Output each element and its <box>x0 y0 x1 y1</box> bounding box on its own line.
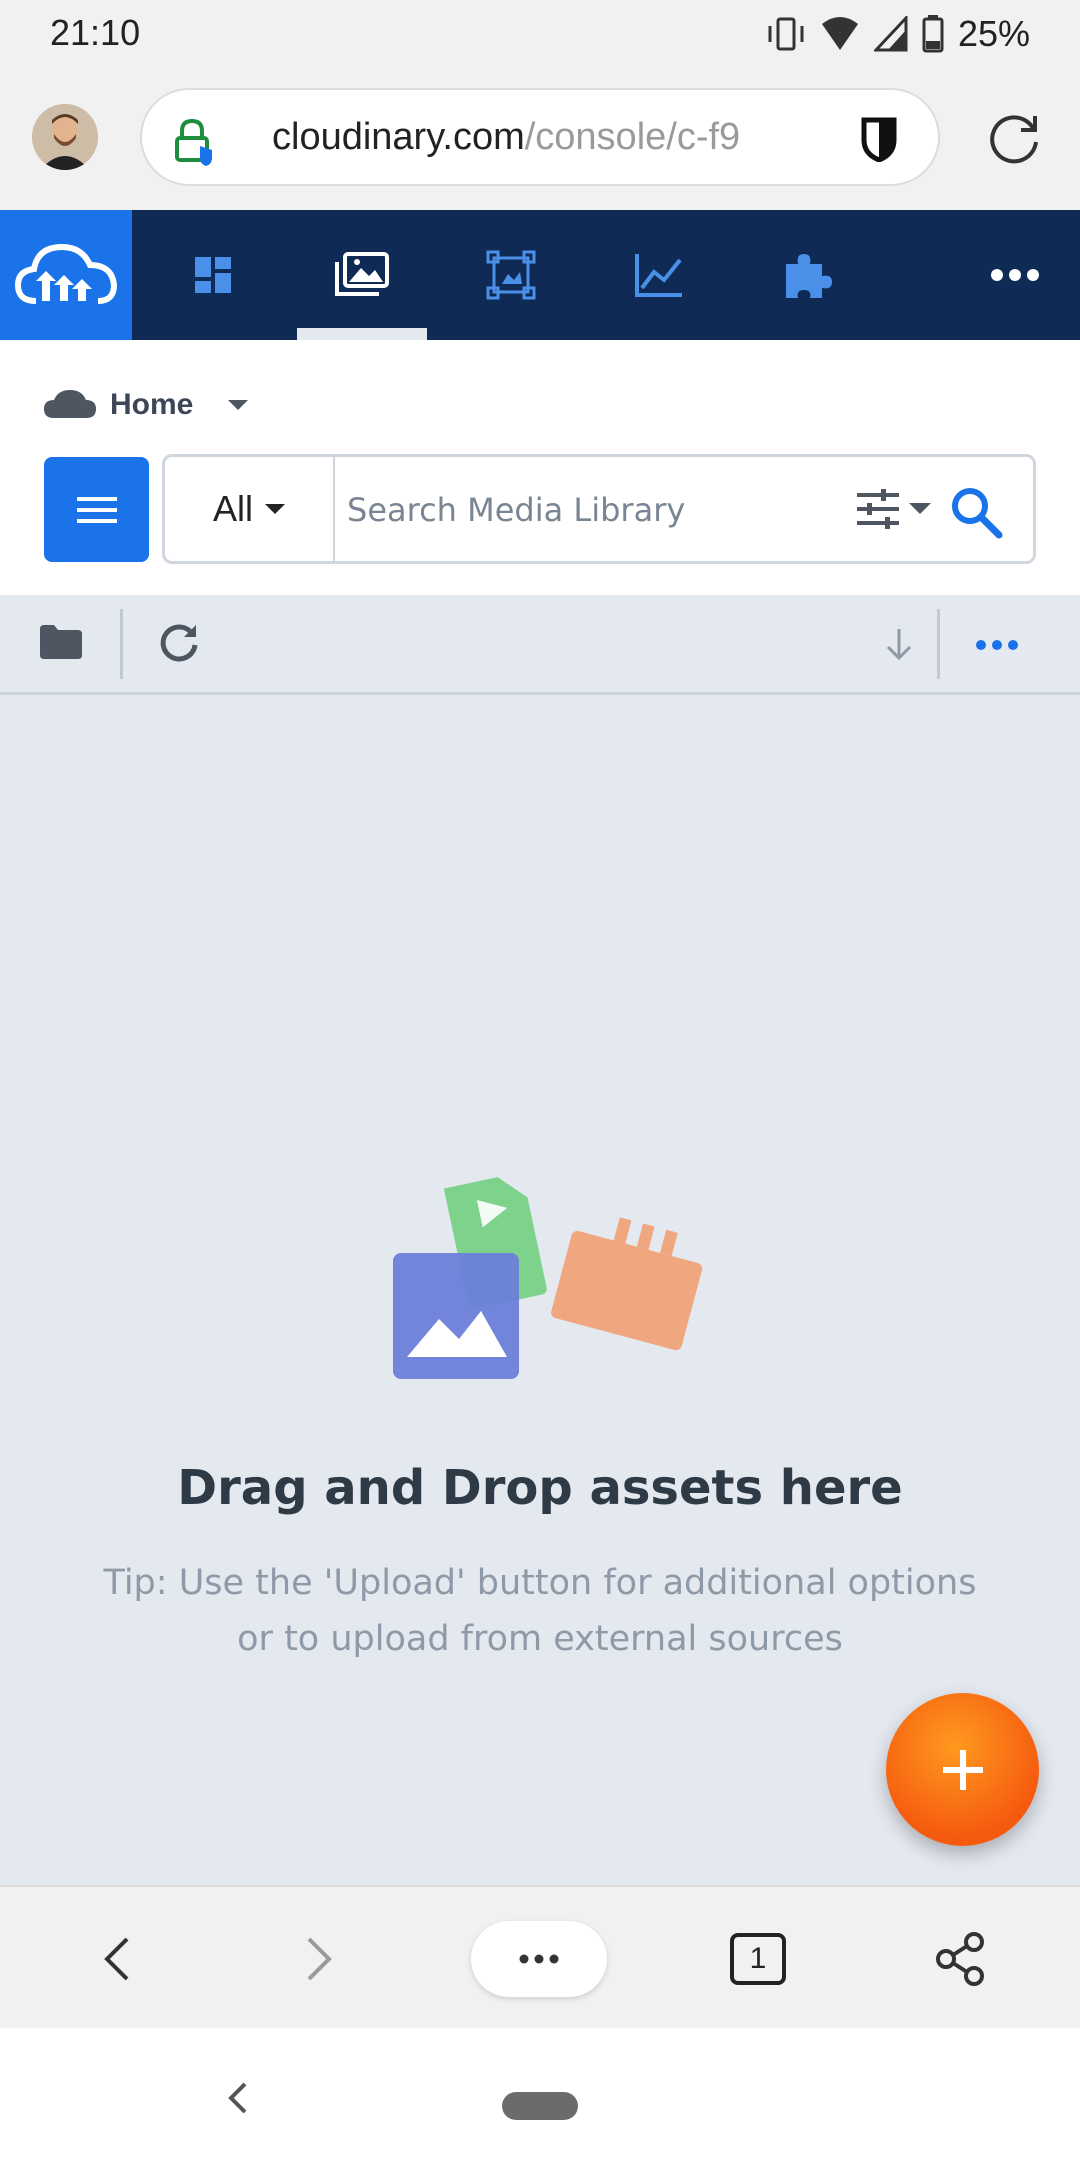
refresh-icon[interactable] <box>158 621 200 663</box>
folder-icon[interactable] <box>40 625 82 659</box>
browser-menu-button[interactable] <box>471 1921 607 1997</box>
folder-menu-button[interactable] <box>44 457 149 562</box>
transform-icon <box>486 250 536 300</box>
url-text: cloudinary.com/console/c-f9 <box>272 116 792 159</box>
reports-icon <box>635 254 682 297</box>
search-scope-select[interactable]: All <box>165 457 335 561</box>
lock-icon <box>175 118 212 166</box>
search-icon[interactable] <box>949 485 1003 539</box>
tab-count: 1 <box>730 1932 786 1985</box>
toolbar-divider <box>120 609 123 679</box>
system-home-pill[interactable] <box>502 2092 578 2120</box>
browser-bottom-bar: 1 <box>0 1885 1080 2028</box>
search-box: All <box>162 454 1036 564</box>
nav-dashboard[interactable] <box>148 210 278 340</box>
status-time: 21:10 <box>50 12 141 53</box>
status-bar: 21:10 25% <box>0 0 1080 70</box>
shield-icon[interactable] <box>860 114 898 162</box>
caret-down-icon <box>265 504 285 514</box>
vibrate-icon <box>768 17 804 51</box>
hamburger-icon <box>76 496 117 523</box>
toolbar-divider <box>937 609 940 679</box>
nav-reports[interactable] <box>594 210 724 340</box>
nav-media-library[interactable] <box>297 210 427 340</box>
browser-toolbar: cloudinary.com/console/c-f9 <box>0 70 1080 210</box>
cloud-logo-icon <box>14 243 118 304</box>
chevron-left-icon <box>104 1937 129 1980</box>
more-dots-icon <box>519 1954 559 1964</box>
nav-addons[interactable] <box>742 210 872 340</box>
filter-icon[interactable] <box>855 487 935 531</box>
tabs-button[interactable]: 1 <box>728 1887 788 2030</box>
system-back-icon[interactable] <box>225 2080 249 2116</box>
tip-line-2: or to upload from external sources <box>237 1619 843 1659</box>
addons-icon <box>786 254 832 298</box>
wifi-icon <box>821 17 858 50</box>
media-library-icon <box>335 252 389 296</box>
signal-icon <box>873 16 908 52</box>
plus-icon <box>942 1749 983 1790</box>
search-scope-label: All <box>212 488 253 529</box>
reload-icon[interactable] <box>985 110 1043 168</box>
chevron-right-icon <box>307 1937 332 1980</box>
breadcrumb[interactable]: Home <box>44 388 249 422</box>
status-icons: 25% <box>766 10 1030 58</box>
back-button[interactable] <box>86 1887 146 2030</box>
assets-illustration <box>393 1177 703 1379</box>
url-domain: cloudinary.com <box>272 116 525 158</box>
search-section: Home All <box>0 340 1080 595</box>
tip-line-1: Tip: Use the 'Upload' button for additio… <box>103 1563 977 1603</box>
breadcrumb-home: Home <box>110 388 194 421</box>
battery-icon <box>922 15 944 53</box>
url-path: /console/c-f9 <box>524 116 741 158</box>
more-icon <box>991 269 1039 281</box>
share-icon <box>936 1931 984 1986</box>
system-nav-bar <box>0 2028 1080 2160</box>
caret-down-icon <box>228 400 249 410</box>
cloud-icon <box>44 390 96 418</box>
nav-transformations[interactable] <box>446 210 576 340</box>
drop-zone[interactable]: Drag and Drop assets here Tip: Use the '… <box>0 695 1080 1885</box>
forward-button[interactable] <box>290 1887 350 2030</box>
address-bar[interactable]: cloudinary.com/console/c-f9 <box>140 88 940 186</box>
empty-state-tip: Tip: Use the 'Upload' button for additio… <box>80 1555 1000 1667</box>
dashboard-icon <box>195 257 231 293</box>
empty-state-title: Drag and Drop assets here <box>177 1460 903 1516</box>
app-nav <box>0 210 1080 340</box>
cloudinary-logo[interactable] <box>0 210 132 340</box>
action-bar <box>0 595 1080 695</box>
sort-down-icon[interactable] <box>884 627 914 661</box>
profile-avatar[interactable] <box>32 104 98 170</box>
nav-more[interactable] <box>950 210 1080 340</box>
upload-fab-button[interactable] <box>886 1693 1039 1846</box>
battery-percent: 25% <box>957 13 1030 54</box>
more-options-icon[interactable] <box>975 639 1019 651</box>
search-input[interactable] <box>347 483 817 537</box>
share-button[interactable] <box>930 1887 990 2030</box>
avatar-image <box>32 104 98 170</box>
